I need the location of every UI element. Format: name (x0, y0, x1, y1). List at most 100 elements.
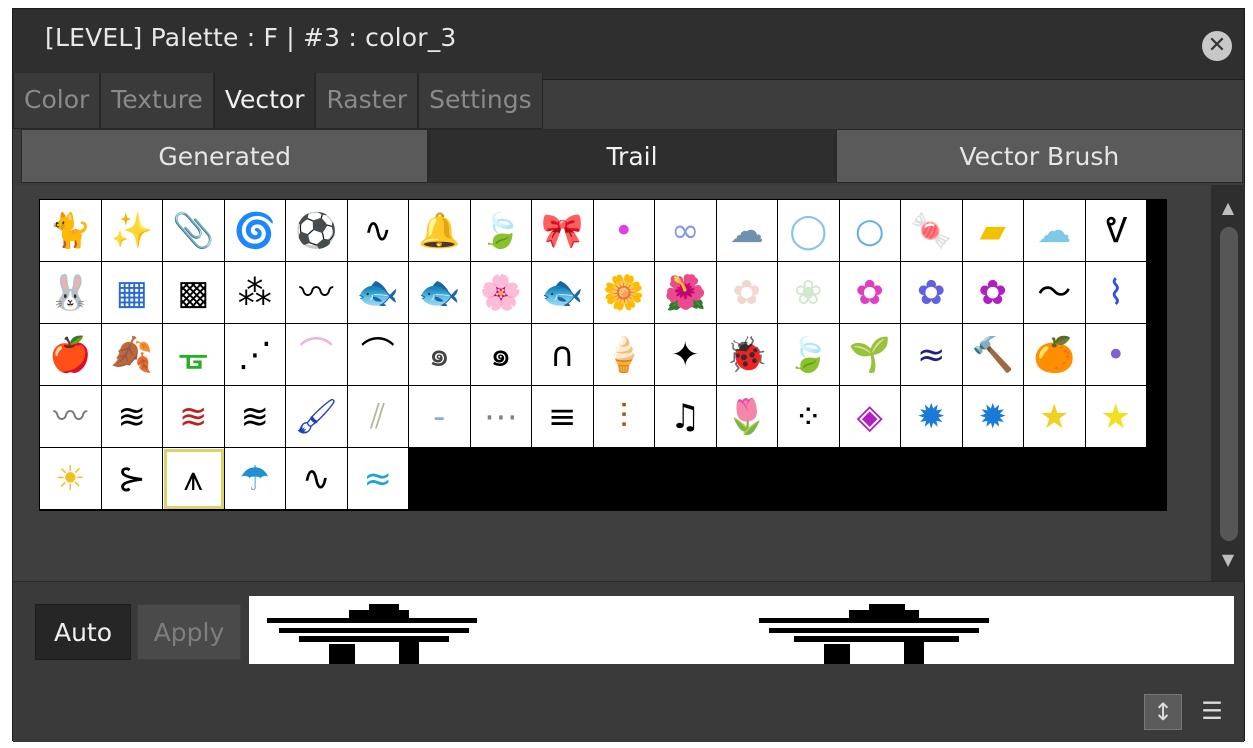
brush-cell[interactable]: 🍊 (1024, 324, 1086, 386)
brush-cell[interactable]: ▩ (163, 262, 225, 324)
auto-button[interactable]: Auto (35, 604, 131, 660)
brush-cell[interactable]: ⋰ (224, 324, 286, 386)
brush-cell[interactable]: ᚗ (163, 324, 225, 386)
brush-cell[interactable]: ∿ (347, 200, 409, 262)
brush-cell[interactable]: 🍃 (778, 324, 840, 386)
brush-cell[interactable]: ≡ (532, 386, 594, 448)
brush-cell[interactable]: ⩚ (163, 448, 225, 510)
brush-cell[interactable]: 🍂 (101, 324, 163, 386)
brush-cell[interactable]: ★ (1024, 386, 1086, 448)
brush-cell[interactable]: ✦ (655, 324, 717, 386)
scroll-down-icon[interactable]: ▼ (1211, 545, 1245, 575)
brush-cell[interactable]: ✿ (716, 262, 778, 324)
brush-cell[interactable]: ⫽ (347, 386, 409, 448)
brush-cell[interactable]: ◯ (778, 200, 840, 262)
brush-thumbnail: 🌷 (725, 396, 768, 437)
brush-cell[interactable]: 🎀 (532, 200, 594, 262)
brush-cell[interactable]: ○ (839, 200, 901, 262)
brush-thumbnail: ⫽ (370, 396, 386, 437)
brush-cell[interactable]: 🌺 (655, 262, 717, 324)
brush-cell[interactable]: 🌸 (470, 262, 532, 324)
brush-cell[interactable]: 🔨 (962, 324, 1024, 386)
brush-cell[interactable]: ∿ (286, 448, 348, 510)
brush-cell[interactable]: 🖌 (286, 386, 348, 448)
brush-cell[interactable]: ▦ (101, 262, 163, 324)
brush-cell[interactable]: 🐟 (409, 262, 471, 324)
brush-cell[interactable]: 🌷 (716, 386, 778, 448)
brush-cell[interactable]: 🍎 (40, 324, 102, 386)
brush-cell[interactable]: 🍬 (901, 200, 963, 262)
brush-cell[interactable]: ⁂ (224, 262, 286, 324)
brush-cell[interactable]: 🌱 (839, 324, 901, 386)
brush-cell[interactable]: ✹ (901, 386, 963, 448)
brush-cell[interactable]: ☂ (224, 448, 286, 510)
brush-cell[interactable]: ᕓ (1085, 200, 1147, 262)
apply-button[interactable]: Apply (137, 604, 241, 660)
tab-settings[interactable]: Settings (418, 73, 543, 129)
brush-cell[interactable]: ❀ (778, 262, 840, 324)
brush-cell[interactable]: 🔔 (409, 200, 471, 262)
brush-cell[interactable]: ♫ (655, 386, 717, 448)
brush-cell[interactable]: ๑ (409, 324, 471, 386)
brush-cell[interactable]: ✹ (962, 386, 1024, 448)
tab-color[interactable]: Color (13, 73, 101, 129)
brush-cell[interactable]: ⋯ (470, 386, 532, 448)
brush-cell[interactable]: ✿ (901, 262, 963, 324)
brush-cell[interactable]: ⌒ (286, 324, 348, 386)
brush-cell[interactable]: 🐰 (40, 262, 102, 324)
vertical-scrollbar[interactable]: ▲ ▼ (1211, 185, 1245, 581)
brush-cell[interactable]: ⁘ (778, 386, 840, 448)
brush-cell[interactable]: 〜 (1024, 262, 1086, 324)
brush-cell[interactable]: ✿ (962, 262, 1024, 324)
tab-vector[interactable]: Vector (213, 73, 316, 129)
subtab-generated[interactable]: Generated (21, 129, 429, 183)
subtab-trail[interactable]: Trail (428, 129, 836, 183)
subtab-vector-brush[interactable]: Vector Brush (835, 129, 1243, 183)
brush-cell[interactable]: ⫶ (593, 386, 655, 448)
brush-cell[interactable]: ∩ (532, 324, 594, 386)
brush-cell[interactable]: ≈ (347, 448, 409, 510)
brush-cell[interactable]: 🍦 (593, 324, 655, 386)
brush-cell[interactable]: ๑ (470, 324, 532, 386)
tab-raster[interactable]: Raster (315, 73, 419, 129)
brush-cell[interactable]: 🍃 (470, 200, 532, 262)
brush-cell[interactable]: 🌀 (224, 200, 286, 262)
brush-cell[interactable]: ✨ (101, 200, 163, 262)
brush-cell[interactable]: ★ (1085, 386, 1147, 448)
brush-cell[interactable]: 📎 (163, 200, 225, 262)
brush-cell[interactable]: ☀ (40, 448, 102, 510)
brush-cell[interactable]: ⚽ (286, 200, 348, 262)
brush-cell[interactable]: 🐟 (532, 262, 594, 324)
brush-cell[interactable]: ▰ (962, 200, 1024, 262)
brush-thumbnail: ⋯ (483, 396, 518, 437)
vertical-resize-icon[interactable]: ↕ (1144, 694, 1182, 730)
scroll-up-icon[interactable]: ▲ (1211, 193, 1245, 223)
brush-thumbnail: 🐈 (49, 210, 92, 251)
brush-cell[interactable]: ✿ (839, 262, 901, 324)
brush-cell[interactable]: ☁ (716, 200, 778, 262)
brush-cell[interactable]: 🐞 (716, 324, 778, 386)
brush-cell[interactable]: ≋ (101, 386, 163, 448)
brush-cell[interactable]: ∞ (655, 200, 717, 262)
brush-cell[interactable]: - (409, 386, 471, 448)
brush-cell[interactable]: ≋ (163, 386, 225, 448)
list-menu-icon[interactable]: ☰ (1194, 694, 1230, 728)
brush-cell[interactable]: 〰 (286, 262, 348, 324)
brush-cell[interactable]: 〰 (40, 386, 102, 448)
brush-cell[interactable]: 🐈 (40, 200, 102, 262)
brush-cell[interactable]: • (1085, 324, 1147, 386)
brush-cell[interactable]: ◈ (839, 386, 901, 448)
brush-cell[interactable]: ≈ (901, 324, 963, 386)
brush-cell[interactable]: ⌇ (1085, 262, 1147, 324)
scrollbar-thumb[interactable] (1220, 227, 1238, 541)
brush-cell[interactable]: ⌒ (347, 324, 409, 386)
brush-cell[interactable]: • (593, 200, 655, 262)
brush-thumbnail: ✿ (917, 272, 946, 313)
brush-cell[interactable]: ⊱ (101, 448, 163, 510)
tab-texture[interactable]: Texture (100, 73, 214, 129)
brush-cell[interactable]: ≋ (224, 386, 286, 448)
brush-cell[interactable]: 🐟 (347, 262, 409, 324)
brush-cell[interactable]: ☁ (1024, 200, 1086, 262)
close-icon[interactable]: ✕ (1202, 31, 1232, 61)
brush-cell[interactable]: 🌼 (593, 262, 655, 324)
